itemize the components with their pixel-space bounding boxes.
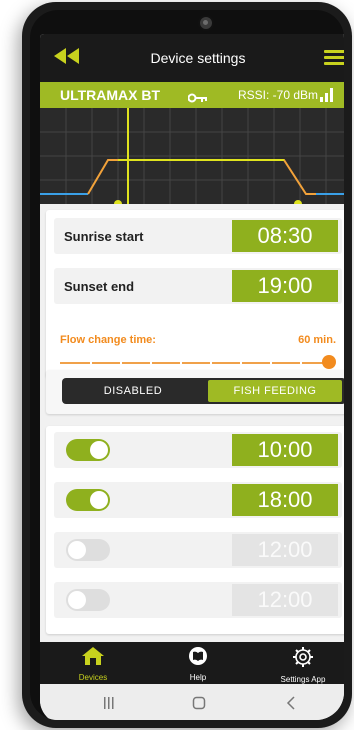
feeding-time-2[interactable]: 18:00 — [232, 484, 338, 516]
nav-devices[interactable]: Devices — [48, 646, 138, 682]
slider-thumb[interactable] — [322, 355, 336, 369]
feeding-toggle-4[interactable] — [66, 589, 110, 611]
home-icon[interactable] — [192, 696, 206, 715]
sunset-time-button[interactable]: 19:00 — [232, 270, 338, 302]
feeding-time-4[interactable]: 12:00 — [232, 584, 338, 616]
feeding-row-1: 10:00 — [54, 432, 342, 468]
feeding-times-card: 10:00 18:00 12:00 12:00 — [46, 426, 344, 634]
flow-change-slider[interactable] — [60, 355, 336, 369]
app-screen: Device settings ULTRAMAX BT RSSI: -70 dB… — [40, 34, 344, 720]
bottom-navigation: Devices Help Settings App — [40, 642, 344, 684]
flow-change-value: 60 min. — [298, 334, 336, 346]
system-navigation-bar — [40, 684, 344, 720]
flow-change-label: Flow change time: — [60, 334, 156, 346]
phone-frame: Device settings ULTRAMAX BT RSSI: -70 dB… — [22, 2, 352, 728]
nav-devices-label: Devices — [78, 673, 108, 682]
feeding-row-3: 12:00 — [54, 532, 342, 568]
device-name: ULTRAMAX BT — [60, 87, 161, 103]
feeding-toggle-2[interactable] — [66, 489, 110, 511]
sunset-row: Sunset end 19:00 — [54, 268, 342, 304]
slider-track — [60, 362, 328, 364]
mode-disabled-option[interactable]: DISABLED — [62, 378, 204, 404]
sunrise-row: Sunrise start 08:30 — [54, 218, 342, 254]
gear-icon — [293, 647, 313, 667]
light-curve — [87, 159, 316, 195]
nav-settings-label: Settings App — [280, 675, 326, 684]
light-schedule-graph — [40, 108, 344, 204]
nav-help-label: Help — [189, 673, 207, 682]
sunrise-label: Sunrise start — [64, 229, 144, 244]
sunset-label: Sunset end — [64, 279, 135, 294]
rssi-value: RSSI: -70 dBm — [238, 88, 319, 102]
nav-help[interactable]: Help — [153, 646, 243, 682]
phone-bezel: Device settings ULTRAMAX BT RSSI: -70 dB… — [30, 10, 344, 720]
nav-settings-app[interactable]: Settings App — [258, 646, 344, 684]
back-nav-icon[interactable] — [284, 696, 298, 715]
feeding-row-2: 18:00 — [54, 482, 342, 518]
sunrise-time-button[interactable]: 08:30 — [232, 220, 338, 252]
page-title: Device settings — [150, 50, 246, 66]
camera-icon — [198, 15, 214, 31]
mode-segmented-control: DISABLED FISH FEEDING — [62, 378, 344, 404]
feeding-marker-2 — [294, 200, 302, 204]
device-bar: ULTRAMAX BT RSSI: -70 dBm — [40, 82, 344, 108]
signal-bars-icon — [320, 88, 334, 102]
house-icon — [82, 647, 104, 665]
feeding-row-4: 12:00 — [54, 582, 342, 618]
recent-apps-icon[interactable] — [102, 696, 116, 715]
feeding-time-3[interactable]: 12:00 — [232, 534, 338, 566]
book-icon — [189, 647, 207, 665]
hamburger-menu-icon[interactable] — [324, 50, 344, 66]
sun-settings-card: Sunrise start 08:30 Sunset end 19:00 Flo… — [46, 210, 344, 378]
mode-fish-feeding-option[interactable]: FISH FEEDING — [208, 380, 342, 402]
feeding-marker-1 — [114, 200, 122, 204]
key-icon — [187, 90, 208, 108]
app-bar: Device settings — [40, 34, 344, 82]
feeding-toggle-1[interactable] — [66, 439, 110, 461]
feeding-toggle-3[interactable] — [66, 539, 110, 561]
feeding-time-1[interactable]: 10:00 — [232, 434, 338, 466]
